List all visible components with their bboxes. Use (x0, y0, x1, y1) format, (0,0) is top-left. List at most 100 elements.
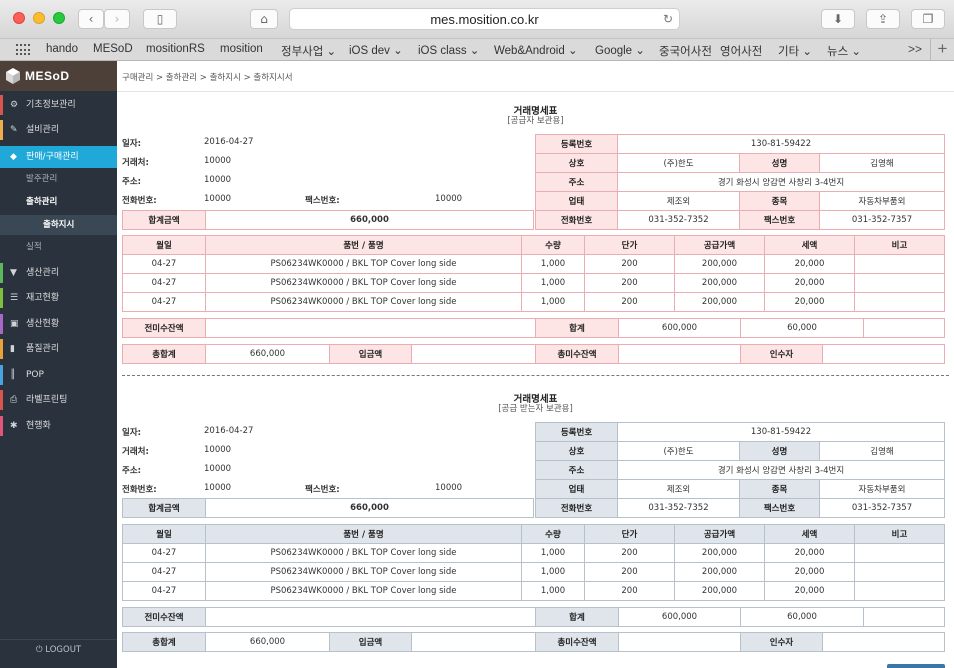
col-header: 공급가액 (674, 524, 765, 544)
total-balance-value (618, 632, 741, 652)
chevron-left-icon: ‹ (88, 12, 94, 26)
prev-balance-value (205, 318, 536, 338)
bookmark-item[interactable]: iOS dev ⌄ (349, 43, 403, 57)
sidebar-item-sales-purchase[interactable]: ◆ 판매/구매관리 (0, 146, 117, 168)
print-button[interactable] (887, 664, 945, 668)
minimize-window-button[interactable] (33, 12, 45, 24)
cell: 04-27 (122, 581, 206, 601)
forward-button[interactable]: › (104, 9, 130, 29)
cell: 200,000 (674, 581, 765, 601)
bookmark-item[interactable]: Web&Android ⌄ (494, 43, 578, 57)
business-item-value: 자동차부품외 (819, 479, 945, 499)
company-value: (주)한도 (617, 441, 740, 461)
supplier-fax-value: 031-352-7357 (819, 210, 945, 230)
sum-label: 합계 (535, 318, 619, 338)
regno-value: 130-81-59422 (617, 134, 945, 154)
tabs-button[interactable]: ❐ (911, 9, 945, 29)
cell: PS06234WK0000 / BKL TOP Cover long side (205, 581, 522, 601)
doc1-totals-table: 총합계 660,000 입금액 총미수잔액 인수자 (122, 344, 945, 364)
sidebar-item-label: 품질관리 (26, 344, 60, 354)
sidebar-item-pop[interactable]: ║ POP (0, 365, 117, 385)
sidebar-item-production-status[interactable]: ▣ 생산현황 (0, 314, 117, 334)
bookmark-item[interactable]: 영어사전 (720, 43, 762, 59)
back-button[interactable]: ‹ (78, 9, 104, 29)
client-label: 거래처: (122, 447, 149, 457)
total-amount-label: 합계금액 (122, 210, 206, 230)
total-amount-label: 합계금액 (122, 498, 206, 518)
cell: 200,000 (674, 543, 765, 563)
cell: PS06234WK0000 / BKL TOP Cover long side (205, 273, 522, 293)
reload-icon[interactable]: ↻ (663, 9, 673, 30)
sidebar-item-production[interactable]: ▼ 생산관리 (0, 263, 117, 283)
sum-supply-value: 600,000 (618, 318, 741, 338)
sidebar-item-quality[interactable]: ▮ 품질관리 (0, 339, 117, 359)
logout-button[interactable]: ⏻ LOGOUT (0, 645, 117, 655)
bookmark-item[interactable]: iOS class ⌄ (418, 43, 479, 57)
bookmark-item[interactable]: mositionRS (146, 43, 205, 55)
date-value: 2016-04-27 (204, 137, 254, 147)
app-logo[interactable]: MESoD (0, 61, 117, 91)
fax-label: 팩스번호: (305, 196, 340, 206)
sum-extra-value (863, 607, 945, 627)
bookmark-item[interactable]: 기타 ⌄ (778, 43, 812, 59)
deposit-value (411, 632, 536, 652)
doc2-total-table: 합계금액 660,000 (122, 498, 534, 518)
company-label: 상호 (535, 153, 618, 173)
sidebar-item-basic-info[interactable]: ⚙ 기초정보관리 (0, 95, 117, 115)
sidebar-item-label-printing[interactable]: ⎙ 라벨프린팅 (0, 390, 117, 410)
rep-name-value: 김영해 (819, 441, 945, 461)
client-label: 거래처: (122, 158, 149, 168)
home-button[interactable]: ⌂ (250, 9, 278, 29)
bookmark-item[interactable]: hando (46, 43, 78, 55)
more-bookmarks-button[interactable]: >> (908, 42, 922, 56)
regno-label: 등록번호 (535, 422, 618, 442)
rep-name-value: 김영해 (819, 153, 945, 173)
sidebar-item-update[interactable]: ✱ 현행화 (0, 416, 117, 436)
bookmark-item[interactable]: 정부사업 ⌄ (281, 43, 336, 59)
sidebar-item-label: 재고현황 (26, 293, 60, 303)
bookmark-item[interactable]: mosition (220, 43, 263, 55)
doc1-subtitle: [공급자 보관용] (507, 116, 564, 126)
sidebar-subitem-shipping[interactable]: 출하관리 (0, 192, 117, 212)
wrench-icon: ✎ (10, 125, 18, 135)
deposit-label: 입금액 (329, 632, 412, 652)
cell: 200 (584, 543, 675, 563)
sidebar-subitem-shipping-instruction[interactable]: 출하지시 (0, 215, 117, 235)
address-bar[interactable]: mes.mosition.co.kr ↻ (289, 8, 680, 30)
regno-value: 130-81-59422 (617, 422, 945, 442)
total-balance-value (618, 344, 741, 364)
sidebar-item-inventory[interactable]: ☰ 재고현황 (0, 288, 117, 308)
share-icon: ⇪ (877, 12, 889, 26)
cell: 20,000 (764, 543, 855, 563)
sidebar-toggle-button[interactable]: ▯ (143, 9, 177, 29)
supplier-address-label: 주소 (535, 460, 618, 480)
cell (854, 273, 945, 293)
share-button[interactable]: ⇪ (866, 9, 900, 29)
date-value: 2016-04-27 (204, 426, 254, 436)
sidebar-subitem-result[interactable]: 실적 (0, 237, 117, 257)
doc1-supplier-table: 등록번호 130-81-59422 상호 (주)한도 성명 김영해 주소 경기 화성시 앙… (535, 134, 945, 230)
close-window-button[interactable] (13, 12, 25, 24)
sidebar-item-equipment[interactable]: ✎ 설비관리 (0, 120, 117, 140)
divider (117, 91, 954, 92)
company-label: 상호 (535, 441, 618, 461)
cell: PS06234WK0000 / BKL TOP Cover long side (205, 543, 522, 563)
apps-grid-icon[interactable] (16, 44, 30, 56)
deposit-label: 입금액 (329, 344, 412, 364)
bookmark-item[interactable]: 중국어사전 (659, 43, 712, 59)
bookmark-item[interactable]: 뉴스 ⌄ (827, 43, 861, 59)
sidebar-subitem-order[interactable]: 발주관리 (0, 169, 117, 189)
total-balance-label: 총미수잔액 (535, 344, 619, 364)
supplier-tel-label: 전화번호 (535, 210, 618, 230)
cell: 1,000 (521, 254, 585, 274)
grand-total-label: 총합계 (122, 344, 206, 364)
sidebar-item-label: 판매/구매관리 (26, 152, 79, 162)
bookmark-item[interactable]: Google ⌄ (595, 43, 645, 57)
new-tab-button[interactable]: + (930, 38, 954, 61)
bookmark-item[interactable]: MESoD (93, 43, 133, 55)
barcode-icon: ║ (10, 370, 16, 380)
zoom-window-button[interactable] (53, 12, 65, 24)
rep-name-label: 성명 (739, 153, 820, 173)
downloads-button[interactable]: ⬇ (821, 9, 855, 29)
date-label: 일자: (122, 428, 142, 438)
